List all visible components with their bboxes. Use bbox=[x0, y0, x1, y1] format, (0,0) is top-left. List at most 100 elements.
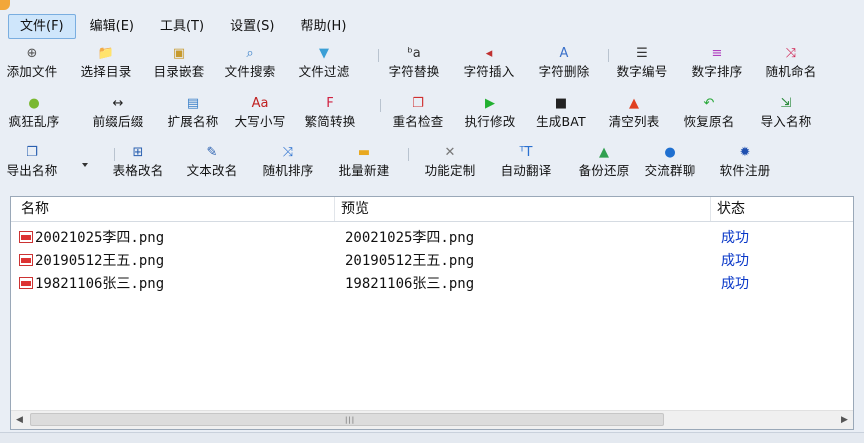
column-header-name[interactable]: 名称 bbox=[15, 197, 335, 221]
toolbar-button-convert[interactable]: F 繁简转换 bbox=[305, 96, 356, 132]
toolbar-button-filter[interactable]: ▼ 文件过滤 bbox=[299, 46, 350, 82]
toolbar-button-label: 功能定制 bbox=[424, 163, 476, 178]
toolbar-button-delete-chars[interactable]: A 字符删除 bbox=[539, 46, 590, 82]
toolbar-button-folder-nest[interactable]: ▣ 目录嵌套 bbox=[154, 46, 205, 82]
random-sort-icon: ⤨ bbox=[282, 145, 294, 160]
undo-icon: ↶ bbox=[703, 96, 715, 111]
toolbar-button-label: 软件注册 bbox=[719, 163, 771, 178]
list-item[interactable]: 19821106张三.png 19821106张三.png 成功 bbox=[11, 273, 853, 295]
menu-settings[interactable]: 设置(S) bbox=[218, 14, 286, 39]
case-icon: Aa bbox=[251, 96, 269, 111]
duplicate-check-icon: ❐ bbox=[412, 96, 424, 111]
status-text: 成功 bbox=[721, 276, 749, 292]
toolbar-button-terminal[interactable]: ■ 生成BAT bbox=[536, 96, 586, 132]
toolbar-button-random-sort[interactable]: ⤨ 随机排序 bbox=[263, 145, 314, 181]
toolbar-button-drive[interactable]: ▲ 备份还原 bbox=[579, 145, 630, 181]
file-list[interactable]: 名称 预览 状态 20021025李四.png 20021025李四.png 成… bbox=[10, 196, 854, 430]
text-edit-icon: ✎ bbox=[206, 145, 218, 160]
file-name-cell: 20190512王五.png bbox=[19, 250, 164, 272]
toolbar-button-prefix-suffix[interactable]: ↔ 前缀后缀 bbox=[93, 96, 144, 132]
toolbar-button-export[interactable]: ❐ 导出名称 bbox=[7, 145, 58, 181]
status-text: 成功 bbox=[721, 253, 749, 269]
toolbar-button-label: 清空列表 bbox=[608, 114, 660, 129]
toolbar-button-sort[interactable]: ≡ 数字排序 bbox=[692, 46, 743, 82]
menu-edit[interactable]: 编辑(E) bbox=[78, 14, 146, 39]
toolbar-separator bbox=[408, 148, 409, 161]
number-list-icon: ☰ bbox=[636, 46, 648, 61]
toolbar-button-text-edit[interactable]: ✎ 文本改名 bbox=[187, 145, 238, 181]
scroll-grip-icon: ||| bbox=[345, 416, 356, 424]
toolbar-button-import[interactable]: ⇲ 导入名称 bbox=[761, 96, 812, 132]
scroll-right-arrow-icon[interactable]: ▶ bbox=[836, 411, 853, 429]
file-name: 20190512王五.png bbox=[35, 253, 165, 269]
toolbar-button-label: 目录嵌套 bbox=[153, 64, 205, 79]
file-name-cell: 20021025李四.png bbox=[19, 227, 164, 249]
app-logo bbox=[0, 0, 10, 10]
file-name: 19821106张三.png bbox=[35, 276, 165, 292]
toolbar-button-number-list[interactable]: ☰ 数字编号 bbox=[617, 46, 668, 82]
toolbar-button-label: 扩展名称 bbox=[167, 114, 219, 129]
terminal-icon: ■ bbox=[554, 96, 568, 111]
gear-icon: ✹ bbox=[739, 145, 751, 160]
status-bar bbox=[0, 432, 864, 443]
clear-list-icon: ▲ bbox=[629, 96, 639, 111]
toolbar-row-3: ❐ 导出名称 ⊞ 表格改名 ✎ 文本改名 ⤨ 随机排序 ▬ 批量新建 ✕ 功能定制 ᵀT 自动翻译 ▲ 备份还… bbox=[7, 145, 856, 181]
shuffle-icon: ⤨ bbox=[785, 46, 797, 61]
convert-icon: F bbox=[326, 96, 334, 111]
toolbar-button-add-file[interactable]: ⊕ 添加文件 bbox=[7, 46, 58, 82]
toolbar-button-gear[interactable]: ✹ 软件注册 bbox=[720, 145, 771, 181]
preview-name: 20190512王五.png bbox=[345, 253, 475, 269]
toolbar-button-clear-list[interactable]: ▲ 清空列表 bbox=[609, 96, 660, 132]
tools-icon: ✕ bbox=[444, 145, 456, 160]
toolbar-button-extension[interactable]: ▤ 扩展名称 bbox=[168, 96, 219, 132]
toolbar-button-tools[interactable]: ✕ 功能定制 bbox=[425, 145, 476, 181]
toolbar-button-label: 前缀后缀 bbox=[92, 114, 144, 129]
toolbar-separator bbox=[380, 99, 381, 112]
toolbar-button-label: 生成BAT bbox=[536, 114, 586, 129]
list-item[interactable]: 20190512王五.png 20190512王五.png 成功 bbox=[11, 250, 853, 272]
toolbar-button-table[interactable]: ⊞ 表格改名 bbox=[113, 145, 164, 181]
toolbar-separator bbox=[608, 49, 609, 62]
toolbar-button-folder[interactable]: 📁 选择目录 bbox=[81, 46, 132, 82]
menu-file[interactable]: 文件(F) bbox=[8, 13, 76, 39]
toolbar-button-case[interactable]: Aa 大写小写 bbox=[235, 96, 286, 132]
toolbar-button-label: 选择目录 bbox=[80, 64, 132, 79]
translate-icon: ᵀT bbox=[519, 145, 533, 160]
delete-chars-icon: A bbox=[559, 46, 569, 61]
toolbar-button-insert-chars[interactable]: ◂ 字符插入 bbox=[464, 46, 515, 82]
toolbar-button-duplicate-check[interactable]: ❐ 重名检查 bbox=[393, 96, 444, 132]
toolbar-button-chat[interactable]: ● 交流群聊 bbox=[645, 145, 696, 181]
toolbar-button-label: 备份还原 bbox=[578, 163, 630, 178]
toolbar-button-translate[interactable]: ᵀT 自动翻译 bbox=[501, 145, 552, 181]
toolbar-button-new-folder[interactable]: ▬ 批量新建 bbox=[339, 145, 390, 181]
status-text: 成功 bbox=[721, 230, 749, 246]
toolbar-button-label: 导出名称 bbox=[6, 163, 58, 178]
column-header-preview[interactable]: 预览 bbox=[335, 197, 711, 221]
toolbar-button-label: 自动翻译 bbox=[500, 163, 552, 178]
png-file-icon bbox=[19, 231, 33, 243]
toolbar-button-shuffle[interactable]: ⤨ 随机命名 bbox=[766, 46, 817, 82]
toolbar-button-label: 字符删除 bbox=[538, 64, 590, 79]
toolbar-button-label: 繁简转换 bbox=[304, 114, 356, 129]
new-folder-icon: ▬ bbox=[357, 145, 371, 160]
chat-icon: ● bbox=[664, 145, 676, 160]
menu-tools[interactable]: 工具(T) bbox=[148, 14, 216, 39]
chevron-down-icon[interactable] bbox=[82, 163, 88, 167]
toolbar-button-undo[interactable]: ↶ 恢复原名 bbox=[684, 96, 735, 132]
table-icon: ⊞ bbox=[132, 145, 144, 160]
list-item[interactable]: 20021025李四.png 20021025李四.png 成功 bbox=[11, 227, 853, 249]
toolbar-button-crazy-face[interactable]: ● 疯狂乱序 bbox=[9, 96, 60, 132]
toolbar-button-search[interactable]: ⌕ 文件搜索 bbox=[225, 46, 276, 82]
scroll-left-arrow-icon[interactable]: ◀ bbox=[11, 411, 28, 429]
menu-help[interactable]: 帮助(H) bbox=[288, 14, 358, 39]
insert-chars-icon: ◂ bbox=[485, 46, 493, 61]
column-header-status[interactable]: 状态 bbox=[711, 197, 852, 221]
horizontal-scrollbar[interactable]: ◀ ||| ▶ bbox=[11, 410, 853, 429]
toolbar-button-play[interactable]: ▶ 执行修改 bbox=[465, 96, 516, 132]
toolbar-row-2: ● 疯狂乱序 ↔ 前缀后缀 ▤ 扩展名称 Aa 大写小写 F 繁简转换 ❐ 重名检查 ▶ 执行修改 ■ 生成B… bbox=[8, 96, 856, 132]
file-name-cell: 19821106张三.png bbox=[19, 273, 164, 295]
toolbar-button-label: 批量新建 bbox=[338, 163, 390, 178]
preview-name: 20021025李四.png bbox=[345, 230, 475, 246]
scroll-thumb[interactable]: ||| bbox=[30, 413, 664, 426]
toolbar-button-replace-chars[interactable]: ᵇa 字符替换 bbox=[389, 46, 440, 82]
